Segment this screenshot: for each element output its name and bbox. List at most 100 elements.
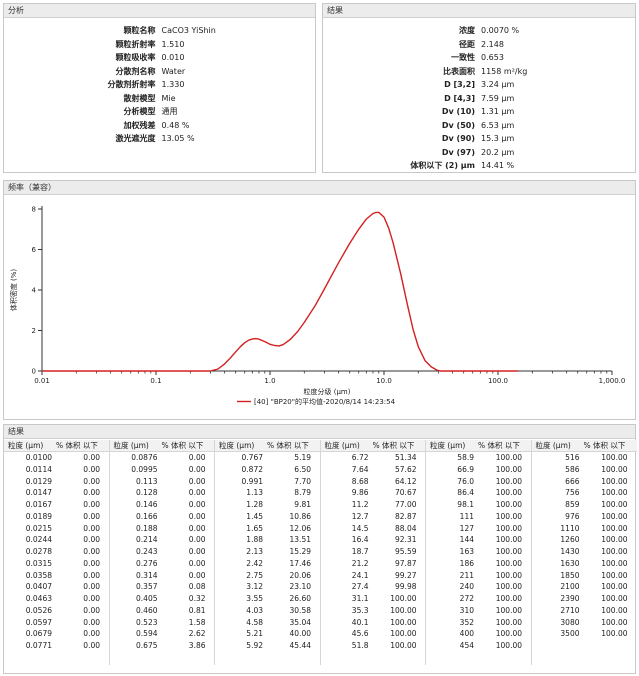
table-row: 1630 100.00 bbox=[532, 558, 638, 570]
size-cell: 0.991 bbox=[241, 476, 263, 486]
result-property-label: 浓度 bbox=[459, 26, 475, 35]
volume-cell: 9.81 bbox=[294, 500, 311, 509]
volume-cell: 100.00 bbox=[601, 488, 628, 498]
size-cell: 1630 bbox=[560, 558, 580, 568]
table-row: 0.0129 0.00 bbox=[4, 476, 109, 488]
size-cell: 0.675 bbox=[136, 641, 158, 650]
size-cell: 31.1 bbox=[351, 594, 369, 603]
analysis-property-row: 颗粒名称 CaCO3 YiShin bbox=[4, 24, 315, 38]
volume-cell: 0.00 bbox=[83, 464, 100, 474]
header-volume-under[interactable]: % 体积 以下 bbox=[580, 440, 636, 452]
table-row: 0.0876 0.00 bbox=[110, 452, 215, 464]
table-row: 45.6 100.00 bbox=[321, 628, 426, 640]
volume-cell: 95.59 bbox=[395, 547, 417, 556]
result-property-value: 15.3 μm bbox=[481, 134, 515, 143]
volume-cell: 100.00 bbox=[495, 582, 522, 592]
header-volume-under[interactable]: % 体积 以下 bbox=[369, 440, 425, 452]
table-row: 6.72 51.34 bbox=[321, 452, 426, 464]
table-row: 0.0679 0.00 bbox=[4, 628, 109, 640]
table-row: 0.523 1.58 bbox=[110, 617, 215, 629]
analysis-panel-title: 分析 bbox=[4, 4, 315, 18]
volume-cell: 0.00 bbox=[83, 582, 100, 592]
table-row: 58.9 100.00 bbox=[426, 452, 531, 464]
results-table-column: 粒度 (μm)% 体积 以下 0.767 5.19 0.872 6.50 0.991 7.7… bbox=[215, 440, 321, 665]
header-size[interactable]: 粒度 (μm) bbox=[4, 440, 52, 452]
size-cell: 0.314 bbox=[136, 570, 158, 580]
volume-cell: 99.98 bbox=[395, 582, 417, 592]
results-table-column: 粒度 (μm)% 体积 以下 6.72 51.34 7.64 57.62 8.68 64.1… bbox=[320, 440, 426, 665]
header-volume-under[interactable]: % 体积 以下 bbox=[52, 440, 108, 452]
result-property-label: Dv (50) bbox=[441, 120, 475, 130]
table-row: 666 100.00 bbox=[532, 476, 638, 488]
size-cell: 2.75 bbox=[246, 570, 263, 580]
result-property-row: Dv (10) 1.31 μm bbox=[323, 105, 635, 119]
volume-cell: 100.00 bbox=[495, 629, 522, 639]
result-property-row: Dv (90) 15.3 μm bbox=[323, 132, 635, 146]
table-row: 0.188 0.00 bbox=[110, 523, 215, 535]
table-row: 272 100.00 bbox=[426, 593, 531, 605]
x-tick-label: 1.0 bbox=[264, 377, 275, 385]
header-size[interactable]: 粒度 (μm) bbox=[532, 440, 580, 452]
analysis-property-row: 分散剂折射率 1.330 bbox=[4, 78, 315, 92]
table-row: 0.405 0.32 bbox=[110, 593, 215, 605]
volume-cell: 100.00 bbox=[495, 641, 522, 650]
table-row: 0.0407 0.00 bbox=[4, 581, 109, 593]
header-volume-under[interactable]: % 体积 以下 bbox=[158, 440, 214, 452]
y-tick-label: 6 bbox=[32, 246, 37, 254]
table-row: 454 100.00 bbox=[426, 640, 531, 652]
volume-cell: 2.62 bbox=[188, 629, 206, 639]
size-cell: 3080 bbox=[560, 617, 580, 627]
volume-cell: 0.00 bbox=[83, 453, 100, 462]
volume-cell: 77.00 bbox=[395, 500, 417, 509]
series-line bbox=[42, 211, 519, 372]
table-row: 0.146 0.00 bbox=[110, 499, 215, 511]
result-property-value: 1.31 μm bbox=[481, 107, 515, 116]
volume-cell: 8.79 bbox=[294, 488, 311, 498]
volume-cell: 0.00 bbox=[188, 570, 206, 580]
size-cell: 211 bbox=[459, 570, 474, 580]
volume-cell: 100.00 bbox=[601, 535, 628, 545]
volume-cell: 0.00 bbox=[83, 547, 100, 556]
volume-cell: 3.86 bbox=[188, 641, 206, 650]
table-row: 186 100.00 bbox=[426, 558, 531, 570]
header-size[interactable]: 粒度 (μm) bbox=[215, 440, 263, 452]
header-size[interactable]: 粒度 (μm) bbox=[110, 440, 158, 452]
header-size[interactable]: 粒度 (μm) bbox=[321, 440, 369, 452]
volume-cell: 100.00 bbox=[601, 523, 628, 533]
analysis-property-label: 分散剂折射率 bbox=[107, 80, 156, 89]
size-cell: 2.13 bbox=[246, 547, 263, 556]
table-row: 0.243 0.00 bbox=[110, 546, 215, 558]
header-volume-under[interactable]: % 体积 以下 bbox=[263, 440, 319, 452]
table-row: 66.9 100.00 bbox=[426, 464, 531, 476]
results-table-header: 粒度 (μm)% 体积 以下 bbox=[109, 440, 214, 452]
volume-cell: 100.00 bbox=[601, 511, 628, 521]
result-property-label: 一致性 bbox=[451, 53, 475, 62]
header-size[interactable]: 粒度 (μm) bbox=[426, 440, 474, 452]
results-summary-title: 结果 bbox=[323, 4, 635, 18]
frequency-chart[interactable]: 0 2 4 6 8 0.01 0.1 1.0 10.0 100.0 1,000.0 粒度分级 (μm)… bbox=[4, 196, 635, 420]
analysis-property-row: 散射模型 Mie bbox=[4, 92, 315, 106]
table-row: 0.0526 0.00 bbox=[4, 605, 109, 617]
table-row: 211 100.00 bbox=[426, 570, 531, 582]
volume-cell: 92.31 bbox=[395, 535, 417, 545]
size-cell: 0.767 bbox=[241, 453, 263, 462]
volume-cell: 57.62 bbox=[395, 464, 417, 474]
table-row: 0.0315 0.00 bbox=[4, 558, 109, 570]
volume-cell: 0.00 bbox=[188, 500, 206, 509]
analysis-property-label: 颗粒折射率 bbox=[115, 39, 156, 49]
volume-cell: 82.87 bbox=[395, 511, 417, 521]
result-property-row: Dv (50) 6.53 μm bbox=[323, 119, 635, 133]
volume-cell: 0.08 bbox=[188, 582, 206, 592]
table-row: 1260 100.00 bbox=[532, 534, 638, 546]
analysis-property-value: 0.010 bbox=[161, 53, 185, 62]
x-tick-label: 10.0 bbox=[376, 377, 392, 385]
size-cell: 24.1 bbox=[351, 570, 369, 580]
table-row: 4.03 30.58 bbox=[215, 605, 320, 617]
size-cell: 0.0100 bbox=[25, 453, 52, 462]
size-cell: 0.460 bbox=[136, 605, 158, 615]
size-cell: 0.594 bbox=[136, 629, 158, 639]
header-volume-under[interactable]: % 体积 以下 bbox=[474, 440, 530, 452]
volume-cell: 0.00 bbox=[188, 547, 206, 556]
table-row: 16.4 92.31 bbox=[321, 534, 426, 546]
frequency-chart-panel: 频率（兼容） 0 2 4 6 8 0.01 0.1 1.0 10.0 100.0 1,000.0 粒度… bbox=[3, 180, 636, 420]
